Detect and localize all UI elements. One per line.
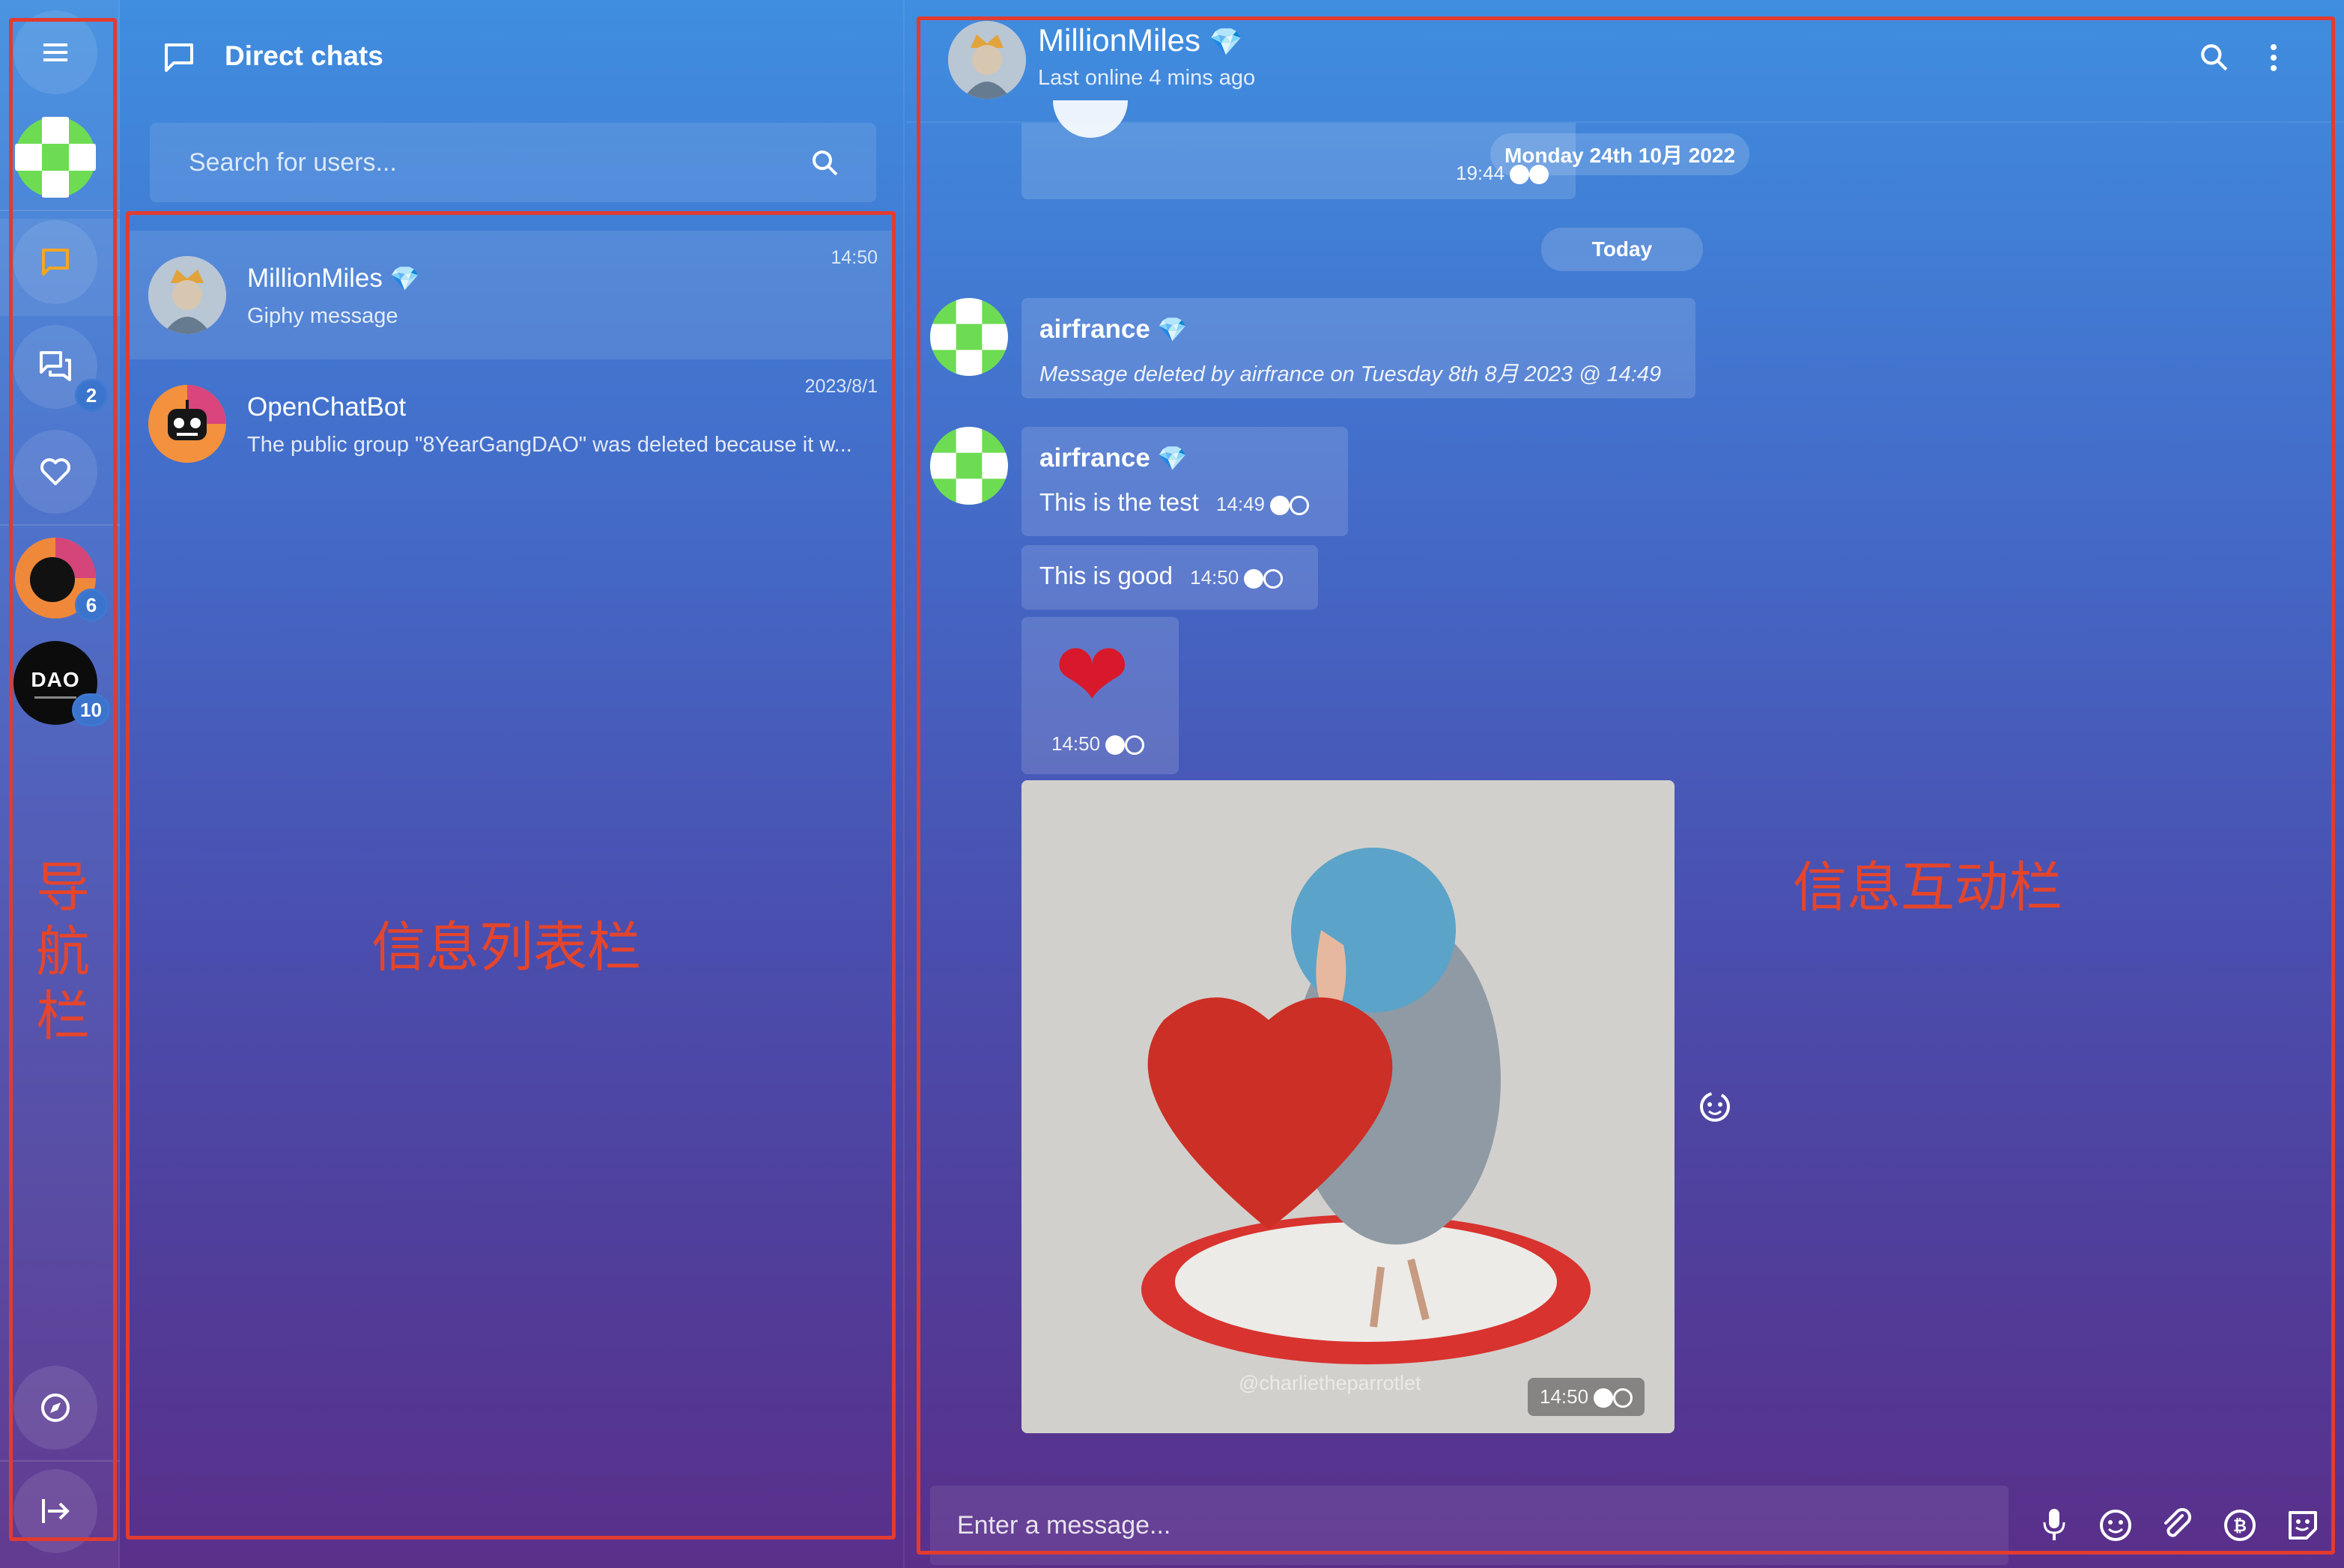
hamburger-icon xyxy=(43,43,67,61)
annotation-label-chat: 信息互动栏 xyxy=(1793,856,2063,919)
chat-time: 14:50 xyxy=(831,247,878,268)
previous-image-fragment xyxy=(1053,100,1128,138)
crypto-transfer-icon[interactable]: ₿ xyxy=(2221,1507,2259,1544)
menu-button[interactable] xyxy=(13,10,97,94)
annotation-label-list: 信息列表栏 xyxy=(371,916,642,979)
giphy-image[interactable]: @charlietheparrotlet 14:50 xyxy=(1021,780,1674,1433)
airfrance-avatar[interactable] xyxy=(930,427,1008,505)
chat-preview: Giphy message xyxy=(247,304,398,328)
attach-paperclip-icon[interactable] xyxy=(2158,1507,2196,1544)
explore-button[interactable] xyxy=(13,1366,97,1450)
date-divider-previous: Monday 24th 10月 2022 xyxy=(1490,133,1749,175)
date-divider-today: Today xyxy=(1541,228,1703,271)
sticker-icon[interactable] xyxy=(2284,1507,2322,1544)
chat-header-name: MillionMiles 💎 xyxy=(1038,22,1243,58)
message-meta: 14:50 xyxy=(1528,1378,1645,1416)
direct-chats-icon xyxy=(162,40,196,79)
gif-watermark: @charlietheparrotlet xyxy=(1239,1372,1421,1394)
svg-text:₿: ₿ xyxy=(2233,1517,2247,1536)
delivered-check-icon xyxy=(1263,569,1284,589)
chat-list-item-openchatbot[interactable]: OpenChatBot The public group "8YearGangD… xyxy=(126,359,894,488)
read-check-icon xyxy=(1105,735,1126,756)
message-text: This is the test 14:49 xyxy=(1039,488,1310,517)
heart-emoji: ❤ xyxy=(1054,625,1130,726)
navigation-rail: 2 6 DAO 10 xyxy=(0,0,120,1568)
search-icon[interactable] xyxy=(810,148,840,178)
chat-header-avatar[interactable] xyxy=(948,21,1026,99)
diamond-icon: 💎 xyxy=(389,265,420,292)
diamond-icon: 💎 xyxy=(1157,445,1188,472)
emoji-icon[interactable] xyxy=(2097,1507,2134,1544)
deleted-message-text: Message deleted by airfrance on Tuesday … xyxy=(1039,362,1662,386)
sender-name: airfrance 💎 xyxy=(1039,314,1188,344)
delivered-check-icon xyxy=(1125,735,1145,756)
openchatbot-avatar xyxy=(148,385,226,463)
message-placeholder: Enter a message... xyxy=(957,1510,1171,1540)
chat-name: OpenChatBot xyxy=(247,392,407,422)
deleted-message-bubble[interactable]: airfrance 💎 Message deleted by airfrance… xyxy=(1021,298,1695,398)
compass-icon xyxy=(41,1394,70,1422)
identicon-avatar xyxy=(15,117,96,198)
dao-badge: 10 xyxy=(72,693,110,726)
diamond-icon: 💎 xyxy=(1157,316,1188,343)
dao-logo-line xyxy=(34,696,76,699)
read-check-icon xyxy=(1244,569,1264,589)
group-chat-icon xyxy=(40,351,71,381)
group-chats-badge: 2 xyxy=(75,379,108,412)
read-check-icon xyxy=(1594,1388,1614,1409)
message-bubble-good[interactable]: This is good 14:50 xyxy=(1021,545,1318,610)
message-text: This is good 14:50 xyxy=(1039,562,1284,590)
community-1-badge: 6 xyxy=(75,589,108,622)
parrot-with-heart-gif xyxy=(1021,780,1674,1433)
user-search-input[interactable]: Search for users... xyxy=(150,123,876,202)
annotation-label-nav: 导航栏 xyxy=(35,856,90,1048)
logout-icon xyxy=(42,1499,70,1523)
diamond-icon: 💎 xyxy=(1209,26,1243,57)
robot-icon xyxy=(148,385,226,463)
chat-bubble-icon xyxy=(42,249,69,276)
direct-chats-button[interactable] xyxy=(13,220,97,304)
message-bubble-test[interactable]: airfrance 💎 This is the test 14:49 xyxy=(1021,427,1348,536)
delivered-check-icon xyxy=(1613,1388,1633,1409)
logout-button[interactable] xyxy=(13,1469,97,1553)
millionmiles-avatar xyxy=(148,256,226,334)
delivered-check-icon xyxy=(1290,496,1310,516)
chat-preview: The public group "8YearGangDAO" was dele… xyxy=(247,433,852,457)
chat-list-item-millionmiles[interactable]: MillionMiles 💎 Giphy message 14:50 xyxy=(126,231,894,359)
my-avatar[interactable] xyxy=(13,115,97,199)
message-meta: 14:50 xyxy=(1051,732,1145,756)
message-input[interactable]: Enter a message... xyxy=(930,1486,2009,1565)
more-vertical-icon[interactable] xyxy=(2268,42,2280,73)
favourites-button[interactable] xyxy=(13,430,97,514)
read-check-icon xyxy=(1270,496,1290,516)
heart-outline-icon xyxy=(40,458,70,485)
airfrance-avatar[interactable] xyxy=(930,298,1008,376)
chat-header-status: Last online 4 mins ago xyxy=(1038,66,1256,90)
message-bubble-heart[interactable]: ❤ 14:50 xyxy=(1021,617,1179,774)
microphone-icon[interactable] xyxy=(2037,1505,2071,1544)
sender-name: airfrance 💎 xyxy=(1039,443,1188,472)
dao-logo-text: DAO xyxy=(31,667,80,691)
chat-name: MillionMiles 💎 xyxy=(247,264,420,293)
add-reaction-icon[interactable] xyxy=(1697,1089,1733,1125)
list-title: Direct chats xyxy=(225,40,383,71)
search-placeholder: Search for users... xyxy=(189,148,397,177)
chat-search-icon[interactable] xyxy=(2199,42,2230,73)
chat-time: 2023/8/1 xyxy=(804,376,878,397)
